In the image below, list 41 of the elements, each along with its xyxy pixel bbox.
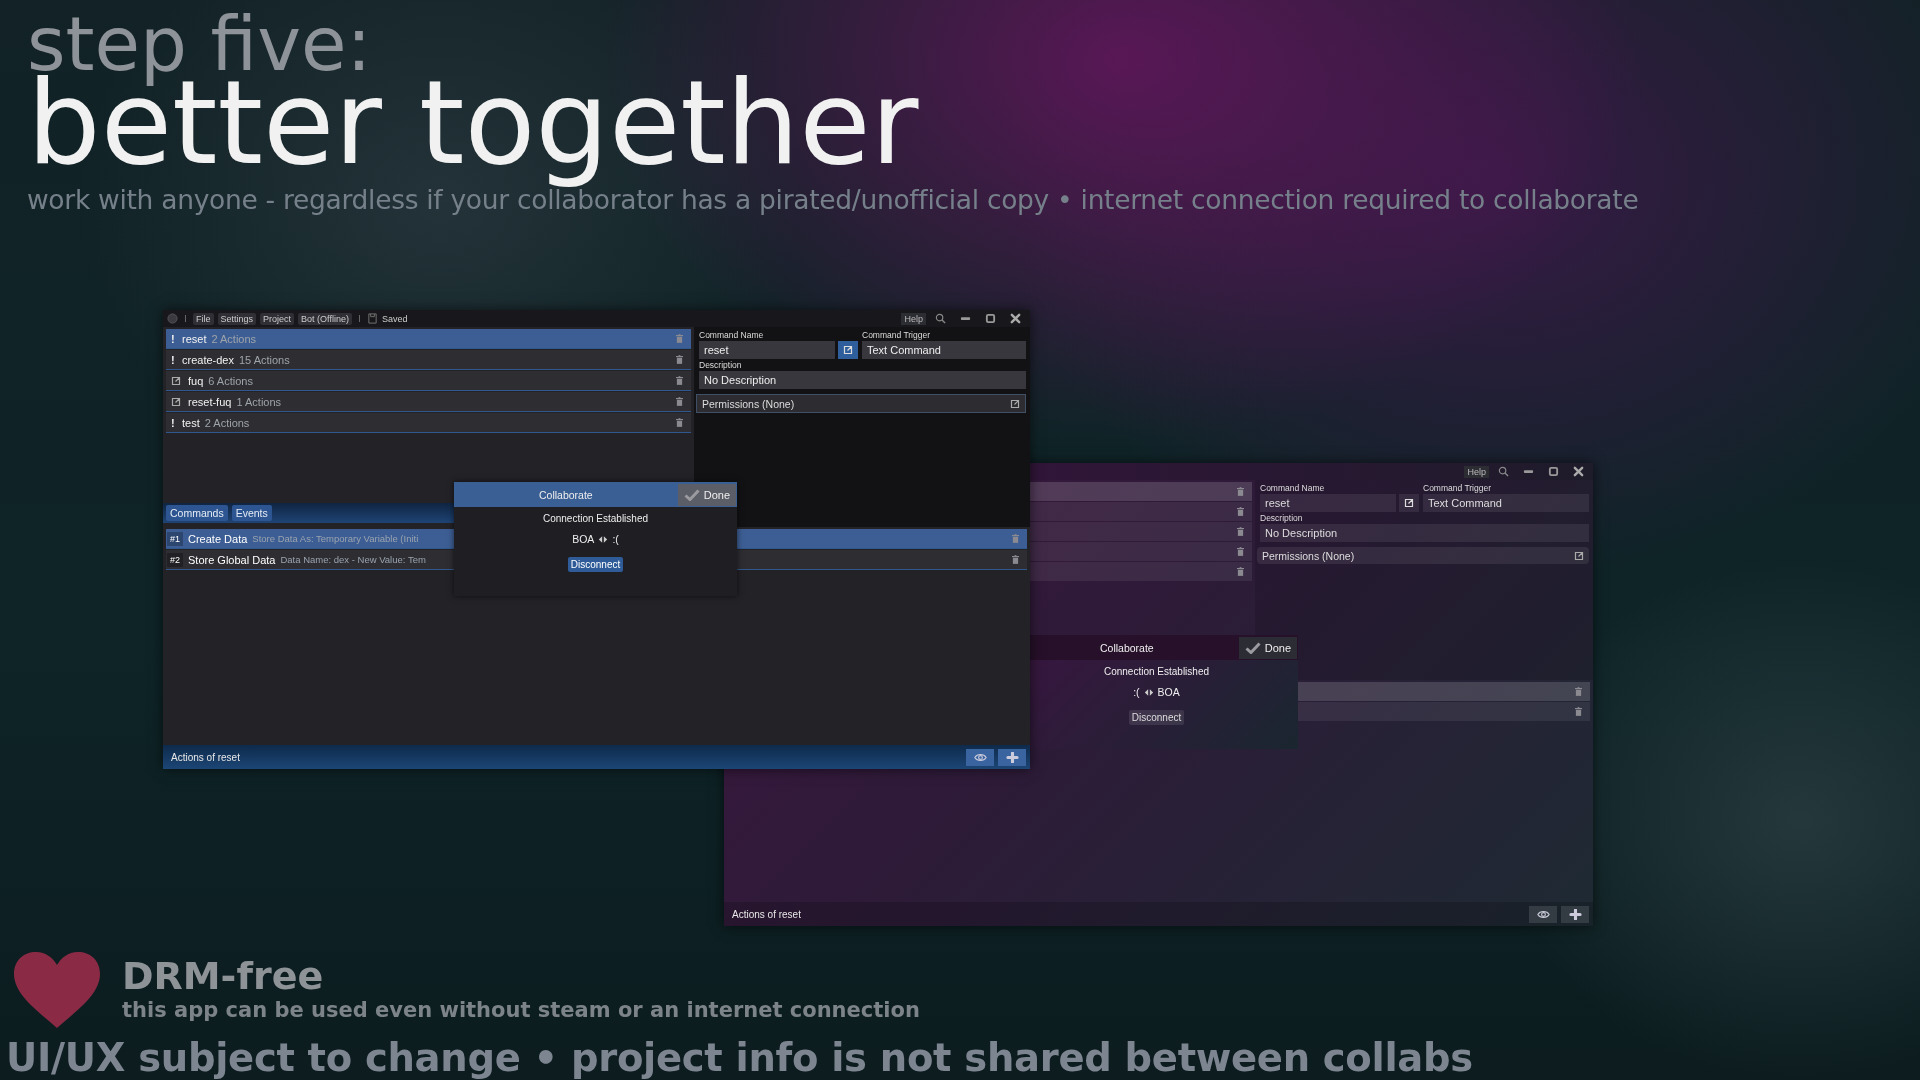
action-count: 15 Actions xyxy=(239,353,290,366)
peer-name: :( xyxy=(612,533,619,545)
field-label: Command Trigger xyxy=(1423,483,1493,493)
connection-status: Connection Established xyxy=(542,513,649,524)
action-count: 2 Actions xyxy=(211,332,257,345)
promo-text: this app can be used even without steam or an internet connection xyxy=(122,998,920,1022)
command-marker: ! xyxy=(171,416,176,429)
command-name: reset-fuq xyxy=(188,395,232,408)
dialog-title: Collaborate xyxy=(538,488,594,501)
permissions-label: Permissions (None) xyxy=(1262,549,1355,562)
action-number: #2 xyxy=(167,552,183,567)
action-name: Store Global Data xyxy=(188,553,276,566)
field-label: Command Name xyxy=(699,330,765,340)
peer-name: :( xyxy=(1133,686,1140,698)
footer-label: Actions of reset xyxy=(171,751,240,763)
save-status: Saved xyxy=(381,313,408,324)
command-name: reset xyxy=(182,332,207,345)
action-count: 6 Actions xyxy=(208,374,253,387)
field-label: Command Trigger xyxy=(862,330,932,340)
action-detail: Store Data As: Temporary Variable (Initi xyxy=(252,533,419,544)
command-name: test xyxy=(182,416,200,429)
disclaimer: UI/UX subject to change • project info is not shared between collabs xyxy=(6,1036,1474,1080)
promo-title: DRM-free xyxy=(122,954,325,998)
command-marker: ! xyxy=(171,332,176,345)
field-label: Description xyxy=(699,360,743,370)
action-name: Create Data xyxy=(188,532,248,545)
field-label: Command Name xyxy=(1260,483,1326,493)
field-label: Description xyxy=(1260,513,1304,523)
permissions-label: Permissions (None) xyxy=(702,397,795,410)
action-count: 1 Actions xyxy=(236,395,282,408)
action-number: #1 xyxy=(167,531,183,546)
peer-name: BOA xyxy=(1157,686,1180,698)
peer-name: BOA xyxy=(572,533,595,545)
command-marker: ! xyxy=(171,353,176,366)
command-name: create-dex xyxy=(182,353,234,366)
footer-label: Actions of reset xyxy=(732,908,801,920)
connection-status: Connection Established xyxy=(1103,666,1210,677)
command-name: fuq xyxy=(188,374,204,387)
action-detail: Data Name: dex - New Value: Tem xyxy=(280,554,426,565)
action-count: 2 Actions xyxy=(204,416,250,429)
dialog-title: Collaborate xyxy=(1099,641,1155,654)
